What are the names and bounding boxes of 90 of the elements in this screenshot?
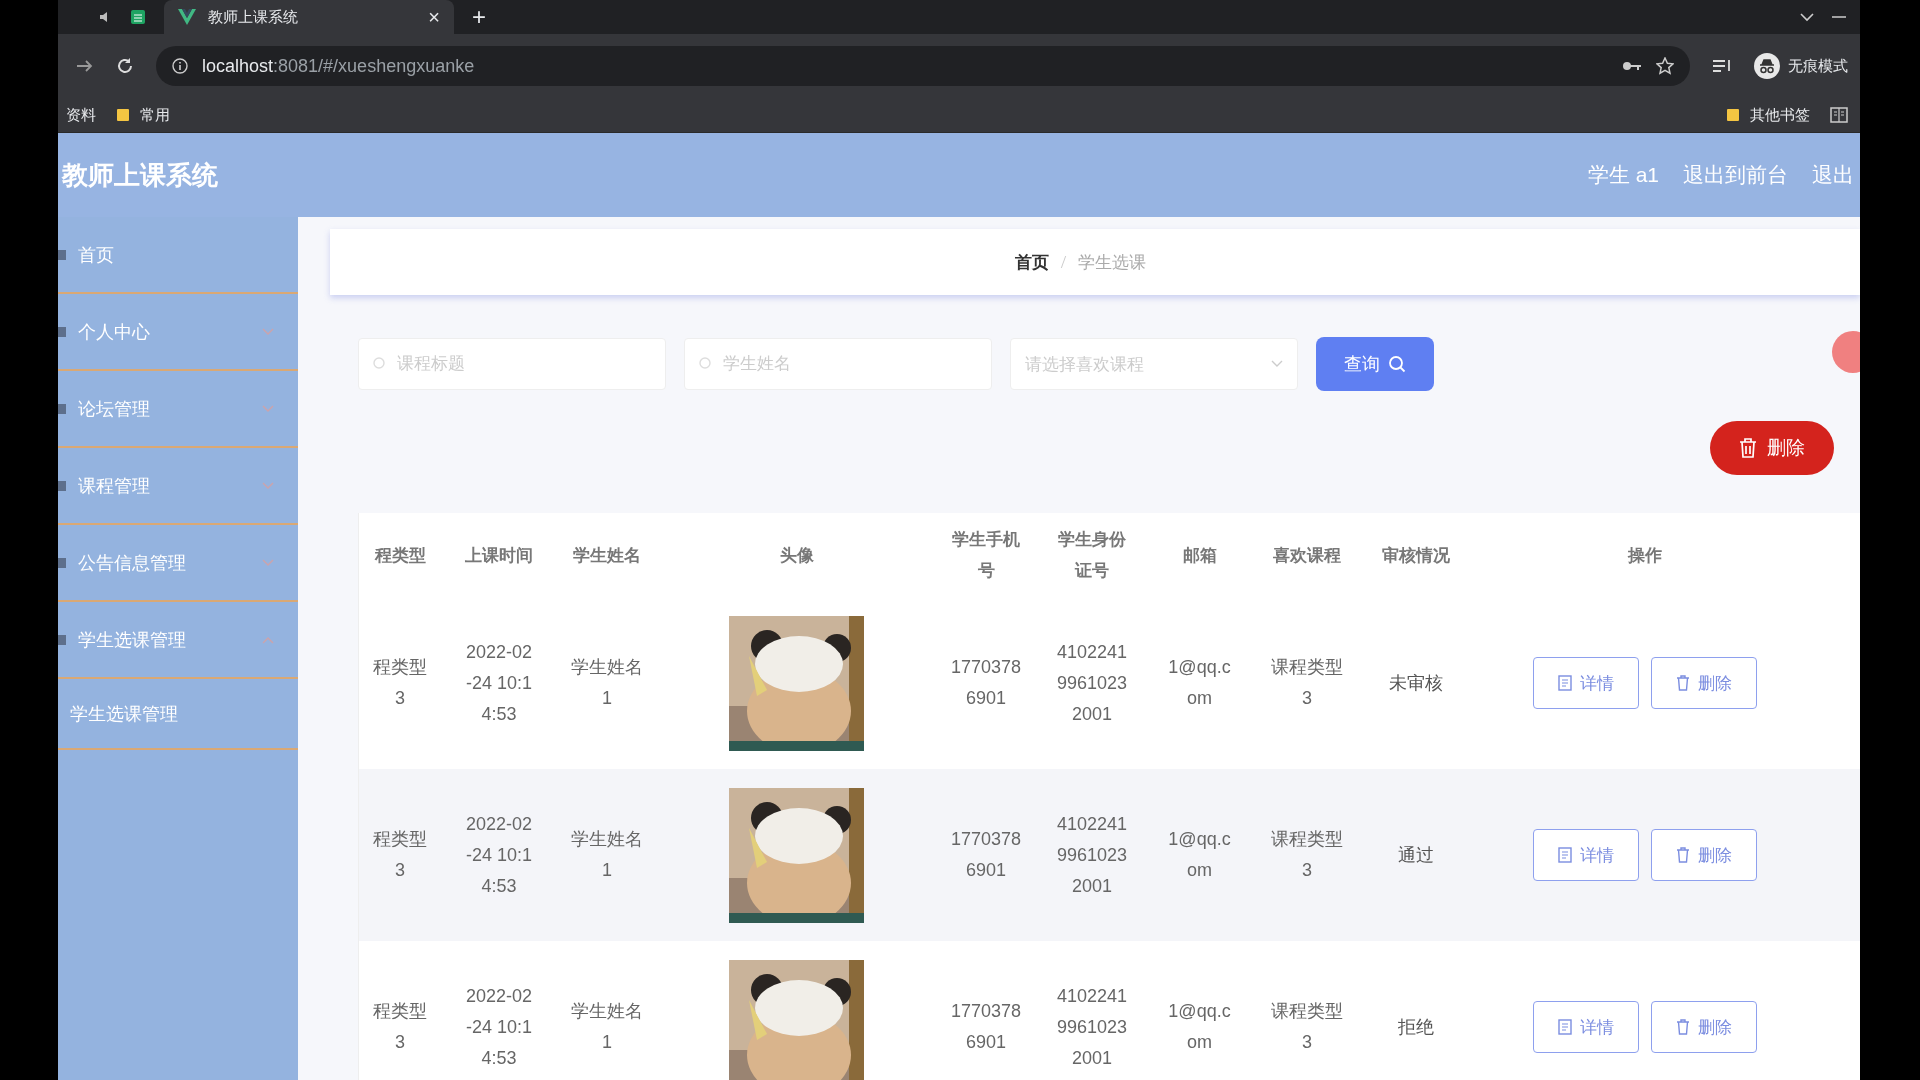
table-cell-text: 程类型3 [372, 828, 428, 882]
bookmark[interactable]: 常用 [116, 105, 170, 125]
table-cell-text: 程类型3 [372, 656, 428, 710]
info-icon [172, 58, 188, 74]
column-header: 操作 [1627, 544, 1662, 567]
column-header: 上课时间 [464, 544, 534, 567]
table-cell-text: 课程类型3 [1270, 1000, 1344, 1054]
table-cell-text: 2022-02-24 10:14:53 [464, 640, 534, 726]
table-cell-text: 1@qq.com [1167, 1000, 1232, 1054]
table-cell-text: 通过 [1398, 843, 1434, 867]
table-cell-text: 2022-02-24 10:14:53 [464, 812, 534, 898]
trash-icon [1675, 675, 1690, 691]
search-icon [699, 357, 713, 371]
table-cell-text: 学生姓名1 [570, 656, 644, 710]
incognito-icon [1754, 53, 1780, 79]
sidebar-item[interactable]: 公告信息管理 [58, 525, 298, 602]
search-button[interactable]: 查询 [1316, 337, 1434, 391]
new-tab-button[interactable]: + [472, 3, 486, 31]
v-logo-icon [178, 9, 196, 25]
table-cell-text: 410224199610232001 [1056, 984, 1128, 1070]
folder-icon [1726, 108, 1740, 122]
table-cell-text: 程类型3 [372, 1000, 428, 1054]
header-link[interactable]: 退出 [1812, 161, 1860, 189]
sidebar-item[interactable]: 课程管理 [58, 448, 298, 525]
sheet-icon [130, 9, 146, 25]
chevron-down-icon [1800, 12, 1814, 22]
folder-icon [116, 108, 130, 122]
table-cell-text: 学生姓名1 [570, 1000, 644, 1054]
table-cell-text: 未审核 [1389, 671, 1443, 695]
reading-list-icon [1830, 107, 1848, 123]
trash-icon [1675, 847, 1690, 863]
incognito-button[interactable]: 无痕模式 [1754, 53, 1848, 79]
chevron-icon [1271, 360, 1283, 368]
forward-icon [76, 58, 94, 74]
table-cell-text: 410224199610232001 [1056, 812, 1128, 898]
search-icon [1388, 355, 1406, 373]
table-cell-text: 17703786901 [950, 1000, 1022, 1054]
table-cell-text: 410224199610232001 [1056, 640, 1128, 726]
delete-button[interactable]: 删除 [1650, 1001, 1757, 1053]
browser-tab[interactable]: 教师上课系统 × [164, 0, 454, 34]
breadcrumb-link[interactable]: 首页 [1014, 250, 1049, 274]
column-header: 学生身份证号 [1057, 529, 1127, 582]
bookmark[interactable]: 其他书签 [1726, 105, 1810, 125]
column-header: 审核情况 [1382, 544, 1450, 567]
search-icon [373, 357, 387, 371]
details-button[interactable]: 详情 [1532, 657, 1639, 709]
table-cell-text: 2022-02-24 10:14:53 [464, 984, 534, 1070]
star-icon [1656, 57, 1674, 75]
table-cell-text: 1@qq.com [1167, 656, 1232, 710]
column-header: 头像 [779, 544, 814, 567]
table-cell-text: 课程类型3 [1270, 656, 1344, 710]
header-link[interactable]: 学生 a1 [1587, 161, 1659, 189]
table-cell-text: 课程类型3 [1270, 828, 1344, 882]
sidebar-item[interactable]: 个人中心 [58, 294, 298, 371]
sidebar-item[interactable]: 论坛管理 [58, 371, 298, 448]
sidebar-subitem[interactable]: 学生选课管理 [58, 679, 298, 750]
table-cell-text: 拒绝 [1398, 1015, 1434, 1039]
table-cell-text: 学生姓名1 [570, 828, 644, 882]
key-icon [1622, 60, 1642, 72]
column-header: 学生手机号 [951, 529, 1021, 582]
url-text: localhost:8081/#/xueshengxuanke [202, 55, 475, 77]
sidebar-item[interactable]: 首页 [58, 217, 298, 294]
app-title: 教师上课系统 [62, 158, 218, 192]
trash-icon [1739, 438, 1757, 458]
breadcrumb-link[interactable]: 学生选课 [1077, 250, 1146, 274]
trash-icon [1675, 1019, 1690, 1035]
table-cell-text: 17703786901 [950, 656, 1022, 710]
column-header: 喜欢课程 [1272, 544, 1342, 567]
document-icon [1557, 847, 1572, 863]
close-icon[interactable]: × [428, 5, 440, 29]
details-button[interactable]: 详情 [1532, 1001, 1639, 1053]
minimize-icon [1832, 15, 1846, 19]
delete-button[interactable]: 删除 [1710, 421, 1834, 475]
header-link[interactable]: 退出到前台 [1683, 161, 1788, 189]
sidebar-item[interactable]: 学生选课管理 [58, 602, 298, 679]
media-list-icon [1712, 58, 1732, 74]
reload-icon [116, 57, 134, 75]
delete-button[interactable]: 删除 [1650, 829, 1757, 881]
document-icon [1557, 675, 1572, 691]
column-header: 邮箱 [1181, 544, 1218, 567]
address-field[interactable]: localhost:8081/#/xueshengxuanke [156, 46, 1690, 86]
document-icon [1557, 1019, 1572, 1035]
delete-button[interactable]: 删除 [1650, 657, 1757, 709]
tab-title: 教师上课系统 [208, 7, 299, 27]
column-header: 程类型 [373, 544, 427, 567]
details-button[interactable]: 详情 [1532, 829, 1639, 881]
column-header: 学生姓名 [572, 544, 642, 567]
bookmark[interactable]: 资料 [66, 105, 96, 125]
table-cell-text: 1@qq.com [1167, 828, 1232, 882]
table-cell-text: 17703786901 [950, 828, 1022, 882]
